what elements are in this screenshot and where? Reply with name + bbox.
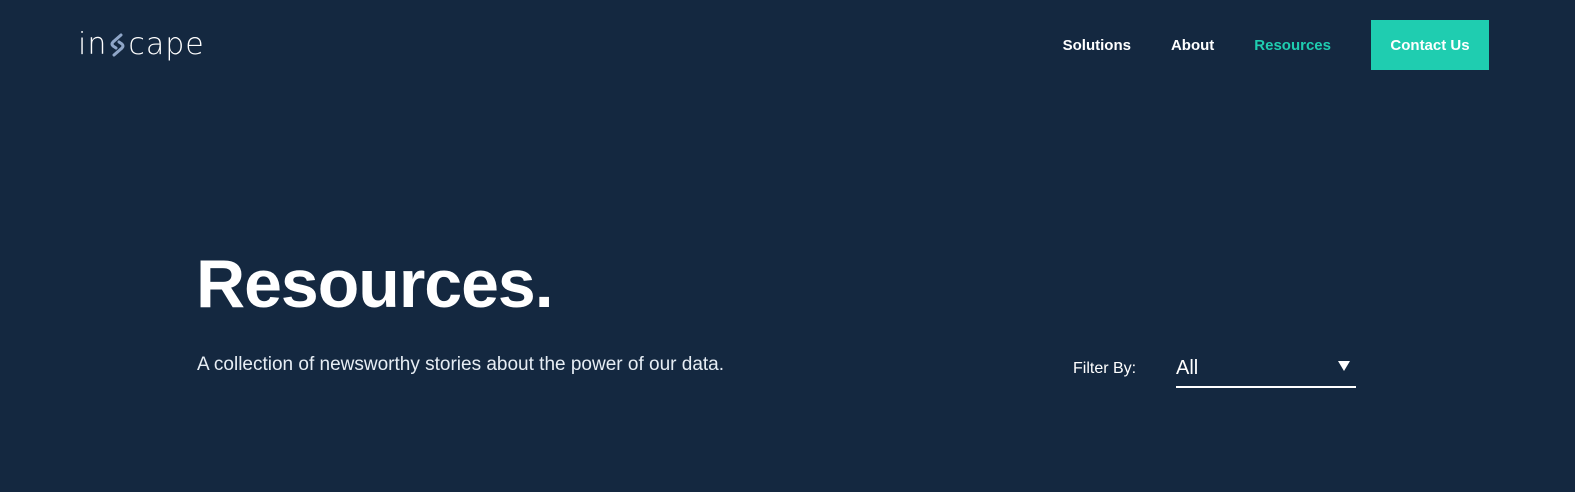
logo-mark-icon [110,33,125,57]
page-title: Resources. [196,246,554,322]
logo-text-left: in [78,27,108,62]
filter-selected-value: All [1176,357,1199,379]
logo-text-right: cape [128,27,205,62]
page-subtitle: A collection of newsworthy stories about… [197,354,725,375]
nav-link-about[interactable]: About [1171,37,1214,54]
nav-link-resources[interactable]: Resources [1254,37,1331,54]
filter-label: Filter By: [1073,360,1137,377]
triangle-down-icon [1338,361,1350,371]
inscape-logo[interactable]: in cape [78,29,230,61]
main-nav: Solutions About Resources Contact Us [1063,20,1489,70]
contact-us-button[interactable]: Contact Us [1371,20,1489,70]
nav-link-solutions[interactable]: Solutions [1063,37,1131,54]
filter-select[interactable]: All [1176,354,1356,388]
